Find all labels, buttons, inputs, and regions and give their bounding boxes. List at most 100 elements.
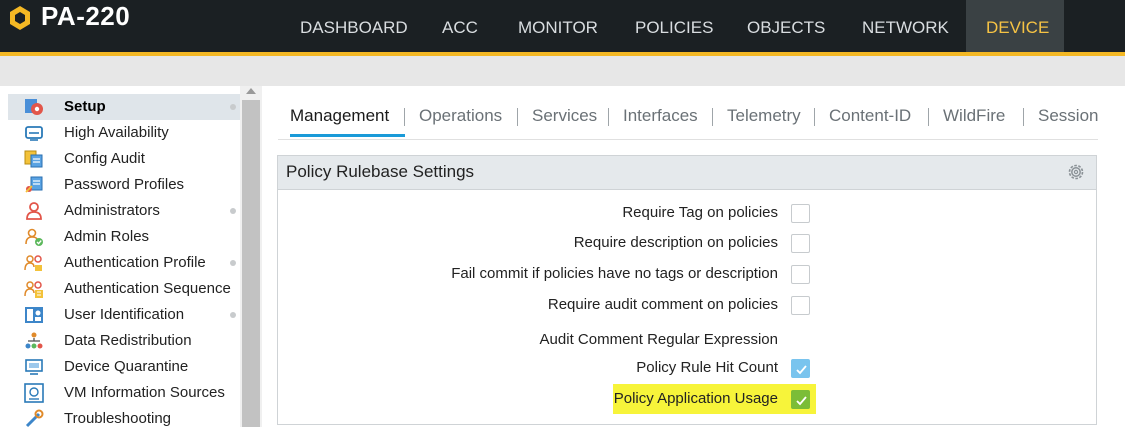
sidebar-item-user-identification[interactable]: User Identification xyxy=(8,302,240,328)
tab-management[interactable]: Management xyxy=(290,106,389,126)
sidebar-item-device-quarantine[interactable]: Device Quarantine xyxy=(8,354,240,380)
nav-objects[interactable]: OBJECTS xyxy=(737,0,842,55)
setting-label: Audit Comment Regular Expression xyxy=(539,331,778,348)
nav-policies[interactable]: POLICIES xyxy=(625,0,725,55)
setting-label: Policy Application Usage xyxy=(613,390,778,407)
scrollbar-thumb[interactable] xyxy=(242,100,260,427)
sidebar-item-label: Device Quarantine xyxy=(64,358,189,375)
sidebar-item-admin-roles[interactable]: Admin Roles xyxy=(8,224,240,250)
nav-monitor[interactable]: MONITOR xyxy=(508,0,608,55)
sidebar-scrollbar[interactable] xyxy=(240,86,262,427)
sidebar-item-setup[interactable]: Setup xyxy=(8,94,240,120)
gear-icon[interactable] xyxy=(1066,162,1086,182)
setting-row-policy-rule-hit-count: Policy Rule Hit Count xyxy=(278,355,1096,381)
tab-telemetry[interactable]: Telemetry xyxy=(727,106,801,126)
tab-operations[interactable]: Operations xyxy=(419,106,502,126)
sidebar-item-label: VM Information Sources xyxy=(64,384,225,401)
setting-row-require-tag: Require Tag on policies xyxy=(278,200,1096,226)
vm-information-sources-icon xyxy=(24,383,44,403)
troubleshooting-icon xyxy=(25,409,44,428)
scroll-up-arrow-icon[interactable] xyxy=(246,88,256,94)
setting-row-audit-comment-regex: Audit Comment Regular Expression xyxy=(278,327,1096,353)
user-identification-icon xyxy=(25,307,43,323)
sidebar-item-troubleshooting[interactable]: Troubleshooting xyxy=(8,406,240,432)
setting-row-require-description: Require description on policies xyxy=(278,230,1096,256)
paloalto-logo-icon xyxy=(10,6,30,30)
tab-divider-line xyxy=(278,139,1098,140)
policy-rule-hit-count-checkbox[interactable] xyxy=(791,359,810,378)
data-redistribution-icon xyxy=(25,332,43,349)
fail-commit-checkbox[interactable] xyxy=(791,265,810,284)
panel-title: Policy Rulebase Settings xyxy=(286,162,475,181)
require-description-checkbox[interactable] xyxy=(791,234,810,253)
tab-divider xyxy=(712,108,713,126)
checkmark-icon xyxy=(796,365,807,375)
policy-rulebase-settings-panel: Policy Rulebase Settings Require Tag on … xyxy=(277,155,1097,425)
sidebar-item-data-redistribution[interactable]: Data Redistribution xyxy=(8,328,240,354)
administrators-icon xyxy=(26,202,42,220)
app-title: PA-220 xyxy=(41,1,131,31)
sidebar-item-label: Admin Roles xyxy=(64,228,150,245)
sidebar-item-authentication-sequence[interactable]: Authentication Sequence xyxy=(8,276,240,302)
tab-divider xyxy=(517,108,518,126)
tab-divider xyxy=(404,108,405,126)
setting-label: Require audit comment on policies xyxy=(547,296,778,313)
checkmark-icon xyxy=(796,396,807,406)
sidebar-item-label: Data Redistribution xyxy=(64,332,192,349)
sidebar-item-label: Authentication Sequence xyxy=(64,280,231,297)
sidebar-item-administrators[interactable]: Administrators xyxy=(8,198,240,224)
active-tab-underline xyxy=(290,134,405,137)
authentication-sequence-icon xyxy=(24,281,43,298)
config-audit-icon xyxy=(24,150,43,168)
setting-label: Require Tag on policies xyxy=(622,204,778,221)
status-dot xyxy=(230,260,236,266)
sidebar-item-high-availability[interactable]: High Availability xyxy=(8,120,240,146)
sidebar-item-authentication-profile[interactable]: Authentication Profile xyxy=(8,250,240,276)
setting-row-require-audit-comment: Require audit comment on policies xyxy=(278,292,1096,318)
require-tag-checkbox[interactable] xyxy=(791,204,810,223)
nav-device[interactable]: DEVICE xyxy=(966,0,1064,55)
sidebar-item-label: Administrators xyxy=(64,202,160,219)
tab-divider xyxy=(1023,108,1024,126)
tab-divider xyxy=(928,108,929,126)
sidebar-list: Setup High Availability Config Audit Pas… xyxy=(0,86,240,428)
nav-network[interactable]: NETWORK xyxy=(852,0,957,55)
sidebar: Setup High Availability Config Audit Pas… xyxy=(0,86,262,428)
tab-divider xyxy=(608,108,609,126)
policy-application-usage-checkbox[interactable] xyxy=(791,390,810,409)
device-quarantine-icon xyxy=(25,359,43,375)
sidebar-item-vm-information-sources[interactable]: VM Information Sources xyxy=(8,380,240,406)
tab-interfaces[interactable]: Interfaces xyxy=(623,106,698,126)
setup-icon xyxy=(25,99,43,115)
tab-content-id[interactable]: Content-ID xyxy=(829,106,911,126)
tab-services[interactable]: Services xyxy=(532,106,597,126)
brand: PA-220 xyxy=(0,0,262,55)
sidebar-item-label: Setup xyxy=(64,98,106,115)
panel-header: Policy Rulebase Settings xyxy=(278,156,1096,190)
status-dot xyxy=(230,312,236,318)
setting-label: Fail commit if policies have no tags or … xyxy=(451,265,778,282)
sidebar-item-label: Config Audit xyxy=(64,150,145,167)
status-dot xyxy=(230,208,236,214)
setting-row-fail-commit: Fail commit if policies have no tags or … xyxy=(278,261,1096,287)
setting-label: Policy Rule Hit Count xyxy=(636,359,778,376)
sidebar-item-label: Password Profiles xyxy=(64,176,185,193)
authentication-profile-icon xyxy=(24,255,42,271)
sidebar-item-config-audit[interactable]: Config Audit xyxy=(8,146,240,172)
require-audit-comment-checkbox[interactable] xyxy=(791,296,810,315)
tab-session[interactable]: Session xyxy=(1038,106,1098,126)
sub-toolbar xyxy=(0,56,1125,86)
sidebar-item-label: Troubleshooting xyxy=(64,410,172,427)
password-profiles-icon xyxy=(25,176,43,193)
setting-label: Require description on policies xyxy=(573,234,778,251)
nav-acc[interactable]: ACC xyxy=(432,0,502,55)
tab-wildfire[interactable]: WildFire xyxy=(943,106,1005,126)
tab-divider xyxy=(814,108,815,126)
nav-dashboard[interactable]: DASHBOARD xyxy=(289,0,415,55)
sidebar-item-password-profiles[interactable]: Password Profiles xyxy=(8,172,240,198)
admin-roles-icon xyxy=(25,228,43,246)
sidebar-item-label: Authentication Profile xyxy=(64,254,206,271)
sidebar-item-label: User Identification xyxy=(64,306,185,323)
setting-row-policy-application-usage: Policy Application Usage xyxy=(278,386,1096,412)
sidebar-item-label: High Availability xyxy=(64,124,169,141)
